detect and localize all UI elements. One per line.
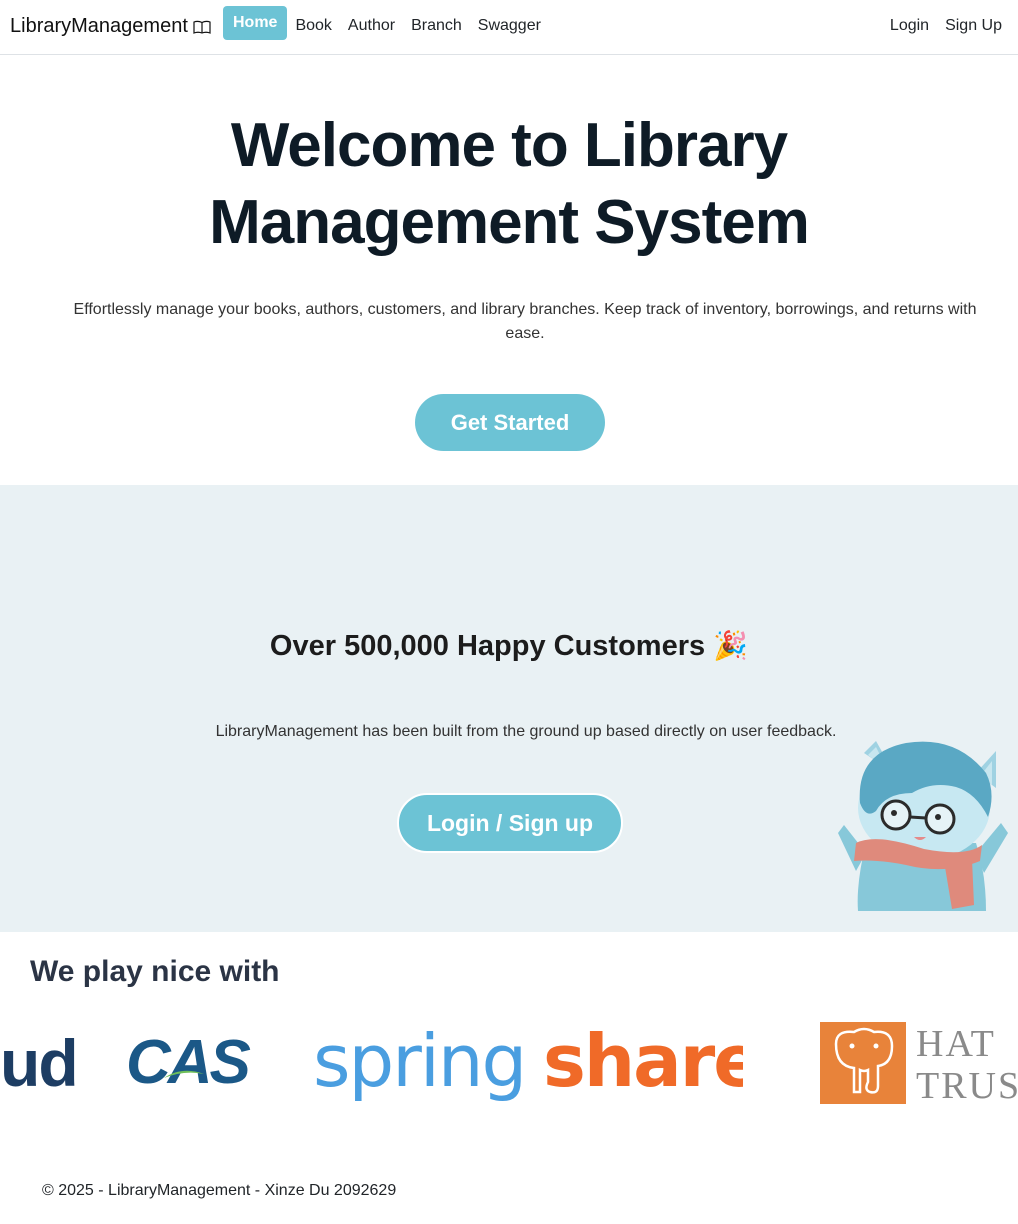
brand-label: LibraryManagement — [10, 15, 188, 37]
book-icon — [193, 20, 211, 34]
cas-swoosh-icon — [164, 1070, 204, 1078]
cas-logo: CAS — [126, 1032, 251, 1094]
hathitrust-logo: HAT TRUS — [820, 1022, 1018, 1104]
customers-title-text: Over 500,000 Happy Customers — [269, 630, 706, 662]
hero-title-line2: Management System — [209, 188, 810, 257]
nav-sign-up[interactable]: Sign Up — [929, 6, 1002, 40]
nav-branch[interactable]: Branch — [403, 6, 470, 40]
navbar: LibraryManagement Home Book Author Branc… — [0, 0, 1018, 55]
springshare-text-spring: spring — [313, 1022, 525, 1103]
springshare-text-share: share — [543, 1022, 743, 1103]
ud-logo: ud — [0, 1026, 79, 1100]
nav-links: Home Book Author Branch Swagger — [223, 6, 549, 40]
nav-swagger[interactable]: Swagger — [470, 6, 549, 40]
hathitrust-text-trust: TRUS — [916, 1065, 1018, 1104]
cas-logo-text: CAS — [126, 1028, 251, 1097]
partners-title: We play nice with — [30, 955, 280, 988]
get-started-button[interactable]: Get Started — [415, 394, 605, 451]
springshare-logo: spring share — [313, 1022, 743, 1103]
hathitrust-text-hati: HAT — [916, 1023, 996, 1065]
login-signup-button[interactable]: Login / Sign up — [397, 793, 623, 853]
nav-home[interactable]: Home — [223, 6, 288, 40]
party-popper-icon: 🎉 — [713, 630, 749, 661]
nav-book[interactable]: Book — [287, 6, 339, 40]
hero-section: Welcome to Library Management System Eff… — [0, 55, 1018, 485]
footer-text: © 2025 - LibraryManagement - Xinze Du 20… — [42, 1182, 397, 1199]
nav-login[interactable]: Login — [874, 6, 929, 40]
hero-title-line1: Welcome to Library — [230, 111, 788, 180]
auth-links: Login Sign Up — [874, 6, 1002, 40]
brand-link[interactable]: LibraryManagement — [10, 15, 211, 38]
hero-title: Welcome to Library Management System — [0, 107, 1018, 261]
customers-section: Over 500,000 Happy Customers 🎉 LibraryMa… — [0, 485, 1018, 932]
nav-author[interactable]: Author — [340, 6, 403, 40]
hero-subtitle: Effortlessly manage your books, authors,… — [73, 301, 977, 342]
customers-title: Over 500,000 Happy Customers 🎉 — [0, 629, 1018, 663]
mascot-illustration — [838, 741, 1008, 911]
